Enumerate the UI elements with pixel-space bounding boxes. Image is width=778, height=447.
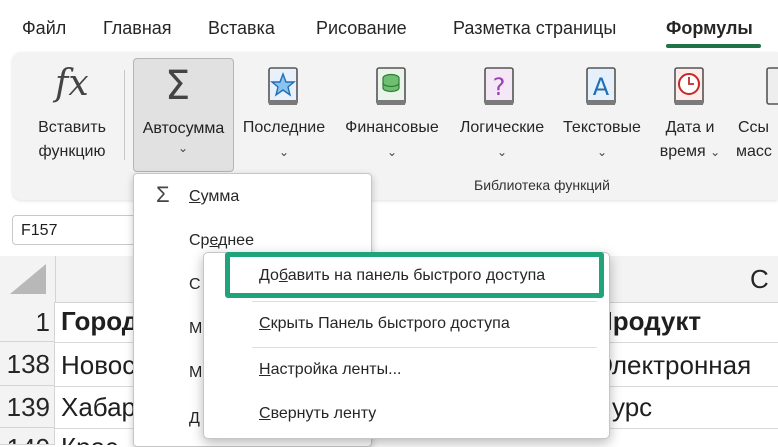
- active-tab-indicator: [666, 44, 761, 48]
- menu-divider: [252, 347, 597, 348]
- sigma-icon: Σ: [156, 182, 170, 207]
- lookup-functions-button[interactable]: Ссы масс: [734, 60, 778, 170]
- ribbon-separator: [124, 70, 125, 160]
- datetime-label-2: время: [659, 143, 706, 160]
- autosum-label: Автосумма: [142, 120, 225, 137]
- chevron-down-icon: ⌄: [496, 145, 508, 159]
- table-cell[interactable]: урс: [612, 392, 652, 423]
- star-book-icon: [268, 67, 298, 105]
- chevron-down-icon: ⌄: [386, 145, 398, 159]
- menu-item-min[interactable]: М: [189, 364, 202, 382]
- menu-item-count[interactable]: С: [189, 276, 201, 294]
- table-cell[interactable]: Город: [61, 306, 138, 337]
- table-cell[interactable]: Крас: [61, 432, 118, 445]
- row-header[interactable]: 140: [0, 428, 55, 445]
- text-functions-button[interactable]: A Текстовые ⌄: [558, 60, 646, 170]
- datetime-label-1: Дата и: [665, 119, 715, 136]
- menu-item-more-functions[interactable]: Д: [189, 410, 200, 428]
- ribbon-tab-bar: Файл Главная Вставка Рисование Разметка …: [0, 0, 778, 50]
- chevron-down-icon: ⌄: [596, 145, 608, 159]
- menu-item-average[interactable]: Среднее: [189, 232, 254, 250]
- logical-functions-button[interactable]: ? Логические ⌄: [452, 60, 552, 170]
- fx-icon: fx: [55, 63, 89, 104]
- svg-text:?: ?: [493, 73, 506, 101]
- menu-item-max[interactable]: М: [189, 320, 202, 338]
- tab-draw[interactable]: Рисование: [316, 18, 407, 39]
- tab-file[interactable]: Файл: [22, 18, 66, 39]
- table-cell[interactable]: Продукт: [594, 306, 701, 337]
- datetime-functions-button[interactable]: Дата и время ⌄: [652, 60, 728, 170]
- question-book-icon: ?: [484, 67, 514, 105]
- menu-item-sum[interactable]: Сумма: [189, 188, 239, 206]
- table-cell[interactable]: Новос: [61, 350, 135, 381]
- clock-book-icon: [674, 67, 704, 105]
- column-header-c[interactable]: C: [750, 264, 769, 295]
- row-header[interactable]: 138: [0, 342, 55, 386]
- text-label: Текстовые: [563, 119, 641, 136]
- tab-formulas[interactable]: Формулы: [666, 18, 753, 39]
- table-cell[interactable]: Хабар: [61, 392, 136, 423]
- menu-item-collapse-ribbon[interactable]: Свернуть ленту: [259, 405, 376, 423]
- function-library-group-label: Библиотека функций: [474, 177, 610, 193]
- insert-function-button[interactable]: fx Вставить функцию: [22, 60, 122, 170]
- financial-label: Финансовые: [345, 119, 439, 136]
- tab-insert[interactable]: Вставка: [208, 18, 275, 39]
- lookup-book-icon: [766, 67, 778, 105]
- menu-divider: [252, 301, 597, 302]
- lookup-label-1: Ссы: [738, 119, 770, 136]
- financial-functions-button[interactable]: Финансовые ⌄: [340, 60, 444, 170]
- chevron-down-icon: ⌄: [278, 145, 290, 159]
- chevron-down-icon: ⌄: [710, 145, 721, 159]
- highlight-frame: [225, 252, 604, 298]
- insert-function-label-1: Вставить: [38, 119, 106, 136]
- text-book-icon: A: [586, 67, 616, 105]
- table-cell[interactable]: Электронная: [594, 350, 751, 381]
- lookup-label-2: масс: [736, 143, 772, 160]
- select-all-corner[interactable]: [0, 256, 56, 302]
- menu-item-hide-quick-access[interactable]: Скрыть Панель быстрого доступа: [259, 315, 510, 333]
- svg-text:A: A: [593, 73, 610, 101]
- sigma-icon: Σ: [165, 63, 191, 109]
- tab-page-layout[interactable]: Разметка страницы: [453, 18, 616, 39]
- coins-book-icon: [376, 67, 406, 105]
- menu-item-customize-ribbon[interactable]: Настройка ленты...: [259, 361, 401, 379]
- autosum-button[interactable]: Σ Автосумма ⌄: [133, 58, 234, 172]
- row-header[interactable]: 1: [0, 302, 55, 342]
- chevron-down-icon: ⌄: [178, 141, 189, 155]
- recent-label: Последние: [242, 119, 326, 136]
- tab-home[interactable]: Главная: [103, 18, 172, 39]
- row-header[interactable]: 139: [0, 386, 55, 428]
- recent-functions-button[interactable]: Последние ⌄: [238, 60, 330, 170]
- logical-label: Логические: [459, 119, 545, 136]
- insert-function-label-2: функцию: [38, 143, 106, 160]
